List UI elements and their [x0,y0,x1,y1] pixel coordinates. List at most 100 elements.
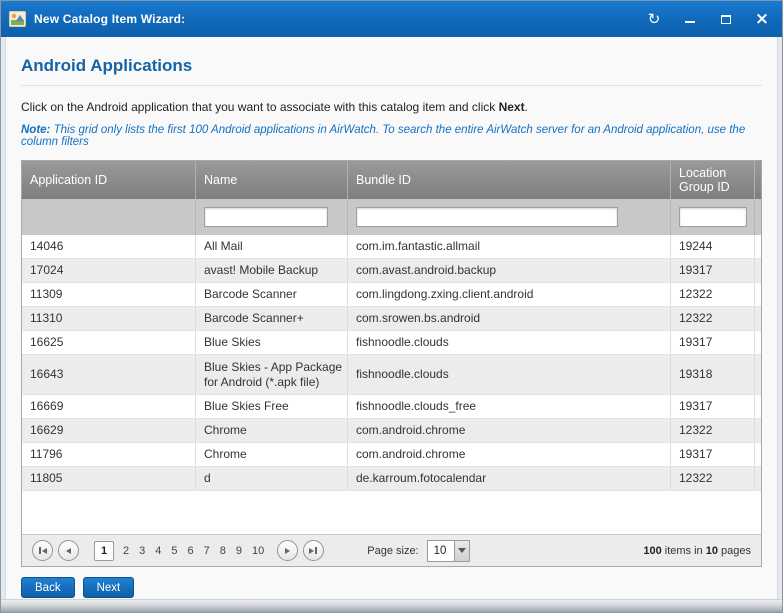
cell-location-group-id: 12322 [670,307,754,330]
cell-bundle-id: de.karroum.fotocalendar [347,467,670,490]
cell-application-id: 17024 [22,259,195,282]
cell-application-id: 16669 [22,395,195,418]
scrollbar-gutter [754,395,761,418]
cell-location-group-id: 12322 [670,467,754,490]
cell-application-id: 11805 [22,467,195,490]
location-group-id-filter-input[interactable] [679,207,747,227]
first-page-button[interactable] [32,540,53,561]
note-text: Note: This grid only lists the first 100… [21,124,762,148]
page-link[interactable]: 5 [171,545,177,557]
table-row[interactable]: 11310 Barcode Scanner+ com.srowen.bs.and… [22,307,761,331]
back-button[interactable]: Back [21,577,75,598]
instruction-prefix: Click on the Android application that yo… [21,100,499,114]
last-page-icon [309,548,314,554]
prev-page-button[interactable] [58,540,79,561]
bundle-id-filter-input[interactable] [356,207,618,227]
table-row[interactable]: 16629 Chrome com.android.chrome 12322 [22,419,761,443]
cell-application-id: 11310 [22,307,195,330]
table-row[interactable]: 11796 Chrome com.android.chrome 19317 [22,443,761,467]
cell-location-group-id: 19317 [670,443,754,466]
cell-name: Blue Skies - App Package for Android (*.… [195,355,347,394]
cell-bundle-id: com.avast.android.backup [347,259,670,282]
filter-row [22,199,761,235]
scrollbar-gutter [754,467,761,490]
grid-empty-area [22,491,761,534]
cell-location-group-id: 12322 [670,419,754,442]
note-label: Note: [21,124,50,136]
cell-location-group-id: 19244 [670,235,754,258]
table-row[interactable]: 14046 All Mail com.im.fantastic.allmail … [22,235,761,259]
cell-name: Barcode Scanner+ [195,307,347,330]
cell-bundle-id: com.srowen.bs.android [347,307,670,330]
scrollbar-gutter [754,259,761,282]
pages-count: 10 [706,545,718,557]
last-page-button[interactable] [303,540,324,561]
page-link[interactable]: 4 [155,545,161,557]
cell-location-group-id: 19317 [670,395,754,418]
app-icon [9,11,26,27]
scrollbar-gutter [754,283,761,306]
column-header-location-group-id[interactable]: Location Group ID [670,161,754,199]
page-title: Android Applications [21,37,762,76]
page-size-dropdown[interactable]: 10 [427,540,470,562]
instruction-bold: Next [499,100,525,114]
wizard-window: New Catalog Item Wizard: ↻ × Android App… [0,0,783,613]
items-count: 100 [643,545,661,557]
items-summary: 100 items in 10 pages [643,545,751,557]
scrollbar-gutter [754,443,761,466]
table-row[interactable]: 16625 Blue Skies fishnoodle.clouds 19317 [22,331,761,355]
page-link[interactable]: 8 [220,545,226,557]
cell-application-id: 14046 [22,235,195,258]
next-button[interactable]: Next [83,577,135,598]
instruction-suffix: . [525,100,528,114]
bundle-id-filter-cell [347,199,670,235]
close-icon[interactable]: × [752,9,772,29]
cell-bundle-id: fishnoodle.clouds_free [347,395,670,418]
cell-name: Barcode Scanner [195,283,347,306]
page-link[interactable]: 2 [123,545,129,557]
cell-location-group-id: 19318 [670,355,754,394]
cell-bundle-id: com.android.chrome [347,419,670,442]
scrollbar-gutter [754,199,761,235]
column-header-bundle-id[interactable]: Bundle ID [347,161,670,199]
scrollbar-gutter [754,235,761,258]
cell-location-group-id: 19317 [670,331,754,354]
page-size-label: Page size: [367,545,418,557]
name-filter-input[interactable] [204,207,328,227]
scrollbar-gutter [754,161,761,199]
wizard-content: Android Applications Click on the Androi… [5,37,778,599]
cell-name: Chrome [195,419,347,442]
page-link[interactable]: 9 [236,545,242,557]
cell-name: All Mail [195,235,347,258]
window-frame: Android Applications Click on the Androi… [1,37,782,599]
page-link[interactable]: 6 [188,545,194,557]
location-group-id-filter-cell [670,199,754,235]
next-page-button[interactable] [277,540,298,561]
cell-application-id: 11309 [22,283,195,306]
table-row[interactable]: 17024 avast! Mobile Backup com.avast.and… [22,259,761,283]
page-link[interactable]: 7 [204,545,210,557]
cell-bundle-id: fishnoodle.clouds [347,355,670,394]
page-link[interactable]: 10 [252,545,264,557]
dropdown-arrow-icon[interactable] [454,541,469,561]
table-row[interactable]: 16669 Blue Skies Free fishnoodle.clouds_… [22,395,761,419]
column-header-application-id[interactable]: Application ID [22,161,195,199]
table-row[interactable]: 11805 d de.karroum.fotocalendar 12322 [22,467,761,491]
maximize-button[interactable] [716,9,736,29]
cell-name: Blue Skies Free [195,395,347,418]
refresh-icon[interactable]: ↻ [644,9,664,29]
page-link[interactable]: 3 [139,545,145,557]
applications-grid: Application ID Name Bundle ID Location G… [21,160,762,567]
minimize-button[interactable] [680,9,700,29]
minimize-icon [685,21,695,23]
table-row[interactable]: 16643 Blue Skies - App Package for Andro… [22,355,761,395]
page-link-current[interactable]: 1 [94,541,114,561]
cell-location-group-id: 12322 [670,283,754,306]
first-page-icon [39,547,41,554]
cell-application-id: 16625 [22,331,195,354]
column-header-name[interactable]: Name [195,161,347,199]
cell-bundle-id: com.lingdong.zxing.client.android [347,283,670,306]
scrollbar-gutter [754,355,761,394]
table-row[interactable]: 11309 Barcode Scanner com.lingdong.zxing… [22,283,761,307]
cell-name: Chrome [195,443,347,466]
